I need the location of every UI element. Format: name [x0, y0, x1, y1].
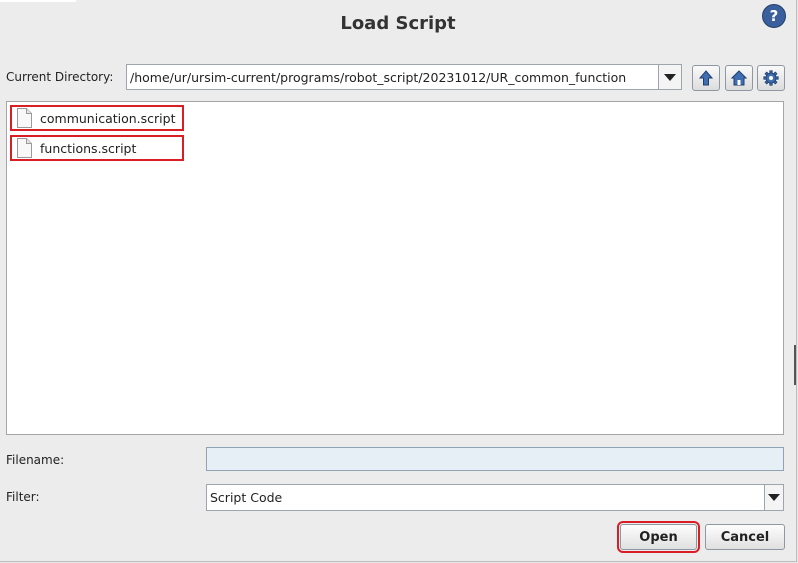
- list-item[interactable]: functions.script: [10, 135, 184, 161]
- document-icon: [17, 138, 32, 158]
- open-button[interactable]: Open: [617, 521, 700, 553]
- document-icon: [17, 108, 32, 128]
- help-icon[interactable]: ?: [762, 4, 786, 28]
- list-item[interactable]: communication.script: [10, 105, 184, 131]
- filename-field[interactable]: [206, 447, 784, 471]
- filter-selected-value: Script Code: [210, 490, 283, 505]
- dialog-title: Load Script: [340, 13, 456, 34]
- window-edge-divider: [794, 345, 796, 385]
- parent-directory-button[interactable]: [692, 65, 720, 91]
- arrow-up-icon: [699, 70, 713, 86]
- gear-icon: [763, 70, 779, 86]
- file-name: functions.script: [40, 140, 137, 156]
- filename-label: Filename:: [6, 453, 65, 467]
- filter-label: Filter:: [6, 490, 40, 504]
- cancel-button[interactable]: Cancel: [705, 524, 785, 550]
- top-edge-line: [0, 0, 76, 2]
- home-icon: [731, 70, 747, 86]
- home-directory-button[interactable]: [725, 65, 753, 91]
- chevron-down-icon[interactable]: [658, 65, 681, 89]
- file-list[interactable]: communication.script functions.script: [6, 101, 784, 435]
- filter-select[interactable]: Script Code: [206, 484, 784, 511]
- current-directory-label: Current Directory:: [6, 70, 114, 84]
- chevron-down-icon[interactable]: [764, 485, 783, 510]
- settings-button[interactable]: [757, 65, 785, 91]
- current-directory-combobox[interactable]: /home/ur/ursim-current/programs/robot_sc…: [126, 64, 682, 90]
- file-name: communication.script: [40, 110, 176, 126]
- current-directory-path: /home/ur/ursim-current/programs/robot_sc…: [130, 69, 627, 85]
- load-script-dialog: Load Script ? Current Directory: /home/u…: [0, 0, 797, 562]
